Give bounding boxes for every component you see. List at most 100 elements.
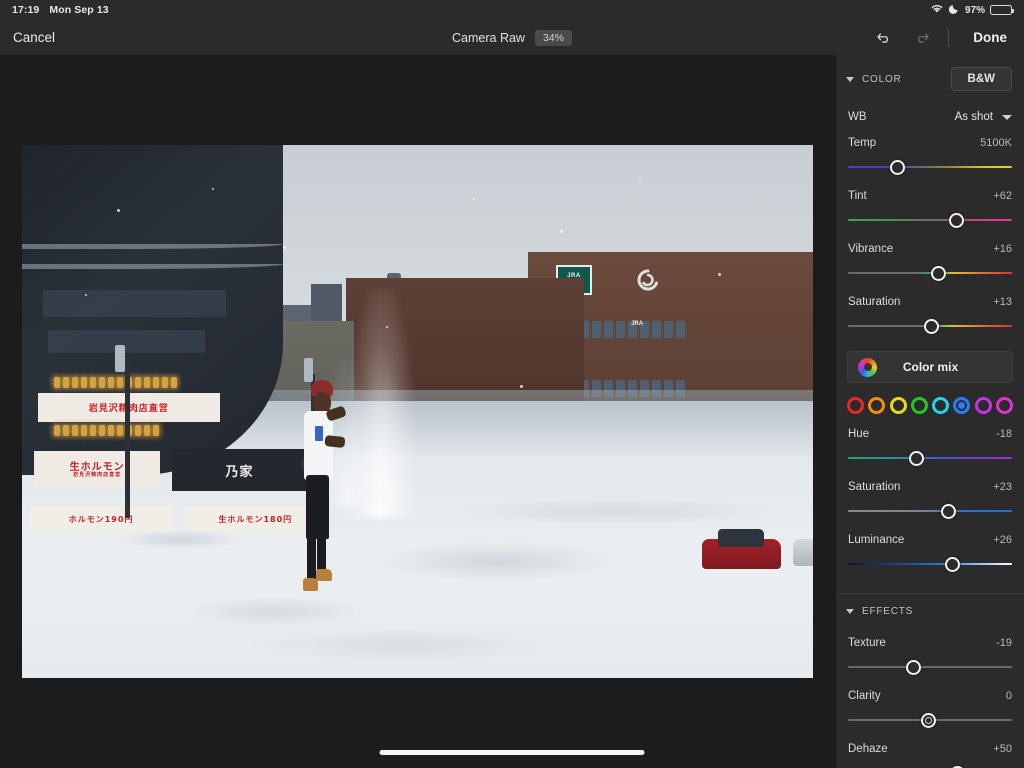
color-mix-sliders-group: Hue-18 Saturation +23 Luminance +26 xyxy=(836,428,1024,573)
effects-section-title: EFFECTS xyxy=(862,606,913,617)
editor-toolbar: Cancel Camera Raw 34% Done xyxy=(0,20,1024,55)
photo-snowflake xyxy=(639,177,641,179)
slider-handle[interactable] xyxy=(945,557,960,572)
toolbar-center-group: Camera Raw 34% xyxy=(0,30,1024,46)
slider-label: Luminance xyxy=(848,534,904,546)
slider-label: Dehaze xyxy=(848,743,888,755)
color-swatch-orange[interactable] xyxy=(868,397,885,414)
slider-row-temp: Temp5100K xyxy=(836,137,1024,149)
color-mix-button[interactable]: Color mix xyxy=(847,351,1013,383)
slider-handle[interactable] xyxy=(921,713,936,728)
photo-snowflake xyxy=(212,188,214,190)
slider-dehaze[interactable] xyxy=(848,764,1012,768)
slider-handle[interactable] xyxy=(931,266,946,281)
status-bar-right: 97% xyxy=(930,3,1012,17)
photo-image: JRA WINS JRA xyxy=(22,145,813,678)
color-swatch-yellow[interactable] xyxy=(890,397,907,414)
color-swatch-row xyxy=(836,383,1024,414)
color-swatch-blue[interactable] xyxy=(953,397,970,414)
color-section-header[interactable]: COLOR B&W xyxy=(836,55,1024,97)
toolbar-right-group: Done xyxy=(874,27,1011,49)
photo-person xyxy=(295,380,358,593)
color-swatch-purple[interactable] xyxy=(975,397,992,414)
cancel-button[interactable]: Cancel xyxy=(13,30,55,45)
photo-canvas-area[interactable]: JRA WINS JRA xyxy=(0,55,835,768)
slider-value: +50 xyxy=(993,743,1012,755)
battery-icon xyxy=(990,5,1012,15)
wb-row[interactable]: WB As shot xyxy=(836,111,1024,123)
slider-hue[interactable] xyxy=(848,449,1012,467)
photo-sign-lamps-2 xyxy=(54,425,159,436)
slider-tint[interactable] xyxy=(848,211,1012,229)
effects-section-header[interactable]: EFFECTS xyxy=(836,594,1024,623)
slider-value: 5100K xyxy=(980,137,1012,149)
slider-vibrance[interactable] xyxy=(848,264,1012,282)
wb-value-label: As shot xyxy=(955,111,993,123)
undo-icon[interactable] xyxy=(874,27,896,49)
color-wheel-icon xyxy=(858,358,877,377)
bw-button[interactable]: B&W xyxy=(951,67,1012,91)
photo-snowflake xyxy=(117,209,120,212)
slider-temp[interactable] xyxy=(848,158,1012,176)
done-button[interactable]: Done xyxy=(973,30,1007,45)
slider-handle[interactable] xyxy=(890,160,905,175)
photo-traffic-light xyxy=(115,345,125,372)
slider-row-clarity: Clarity 0 xyxy=(836,690,1024,702)
slider-row-dehaze: Dehaze +50 xyxy=(836,743,1024,755)
color-swatch-red[interactable] xyxy=(847,397,864,414)
slider-handle[interactable] xyxy=(949,213,964,228)
slider-saturation[interactable] xyxy=(848,502,1012,520)
slider-track xyxy=(848,666,1012,668)
photo-jra-logo xyxy=(635,268,661,294)
color-mix-label: Color mix xyxy=(877,360,984,374)
slider-row-saturation: Saturation+13 xyxy=(836,296,1024,308)
toolbar-divider xyxy=(948,29,949,47)
slider-track xyxy=(848,457,1012,459)
camera-raw-editor-screen: 17:19 Mon Sep 13 97% Cancel xyxy=(0,0,1024,768)
slider-clarity[interactable] xyxy=(848,711,1012,729)
slider-row-hue: Hue-18 xyxy=(836,428,1024,440)
slider-value: 0 xyxy=(1006,690,1012,702)
photo-left-white-banner: 生ホルモン 岩見沢精肉店直営 xyxy=(34,451,161,488)
photo-shop-name-sign: 乃家 xyxy=(172,449,306,492)
photo-sign-lamps xyxy=(54,377,177,388)
slider-track xyxy=(848,563,1012,565)
slider-handle[interactable] xyxy=(924,319,939,334)
slider-texture[interactable] xyxy=(848,658,1012,676)
color-swatch-aqua[interactable] xyxy=(932,397,949,414)
photo-traffic-pole xyxy=(125,358,130,518)
slider-label: Vibrance xyxy=(848,243,893,255)
color-section-title: COLOR xyxy=(862,74,902,85)
slider-saturation[interactable] xyxy=(848,317,1012,335)
slider-value: -18 xyxy=(996,428,1012,440)
slider-row-tint: Tint +62 xyxy=(836,190,1024,202)
chevron-down-icon xyxy=(846,77,854,82)
slider-row-vibrance: Vibrance +16 xyxy=(836,243,1024,255)
color-swatch-magenta[interactable] xyxy=(996,397,1013,414)
redo-icon[interactable] xyxy=(910,27,932,49)
status-bar-left: 17:19 Mon Sep 13 xyxy=(12,4,109,16)
editor-title: Camera Raw xyxy=(452,31,525,45)
slider-label: Clarity xyxy=(848,690,881,702)
slider-track xyxy=(848,219,1012,221)
slider-handle[interactable] xyxy=(909,451,924,466)
wb-dropdown[interactable]: As shot xyxy=(955,111,1012,123)
slider-label: Tint xyxy=(848,190,867,202)
slider-label: Texture xyxy=(848,637,886,649)
zoom-level-badge[interactable]: 34% xyxy=(535,30,572,46)
slider-handle[interactable] xyxy=(941,504,956,519)
chevron-down-icon xyxy=(846,609,854,614)
slider-value: +26 xyxy=(993,534,1012,546)
slider-value: -19 xyxy=(996,637,1012,649)
slider-value: +16 xyxy=(993,243,1012,255)
slider-row-saturation: Saturation +23 xyxy=(836,481,1024,493)
slider-label: Saturation xyxy=(848,481,900,493)
slider-handle[interactable] xyxy=(906,660,921,675)
slider-value: +62 xyxy=(993,190,1012,202)
slider-luminance[interactable] xyxy=(848,555,1012,573)
photo-preview[interactable]: JRA WINS JRA xyxy=(22,145,813,678)
photo-jra-logo-label: JRA xyxy=(631,321,643,327)
home-indicator-bar[interactable] xyxy=(380,750,645,755)
color-swatch-green[interactable] xyxy=(911,397,928,414)
slider-value: +23 xyxy=(993,481,1012,493)
